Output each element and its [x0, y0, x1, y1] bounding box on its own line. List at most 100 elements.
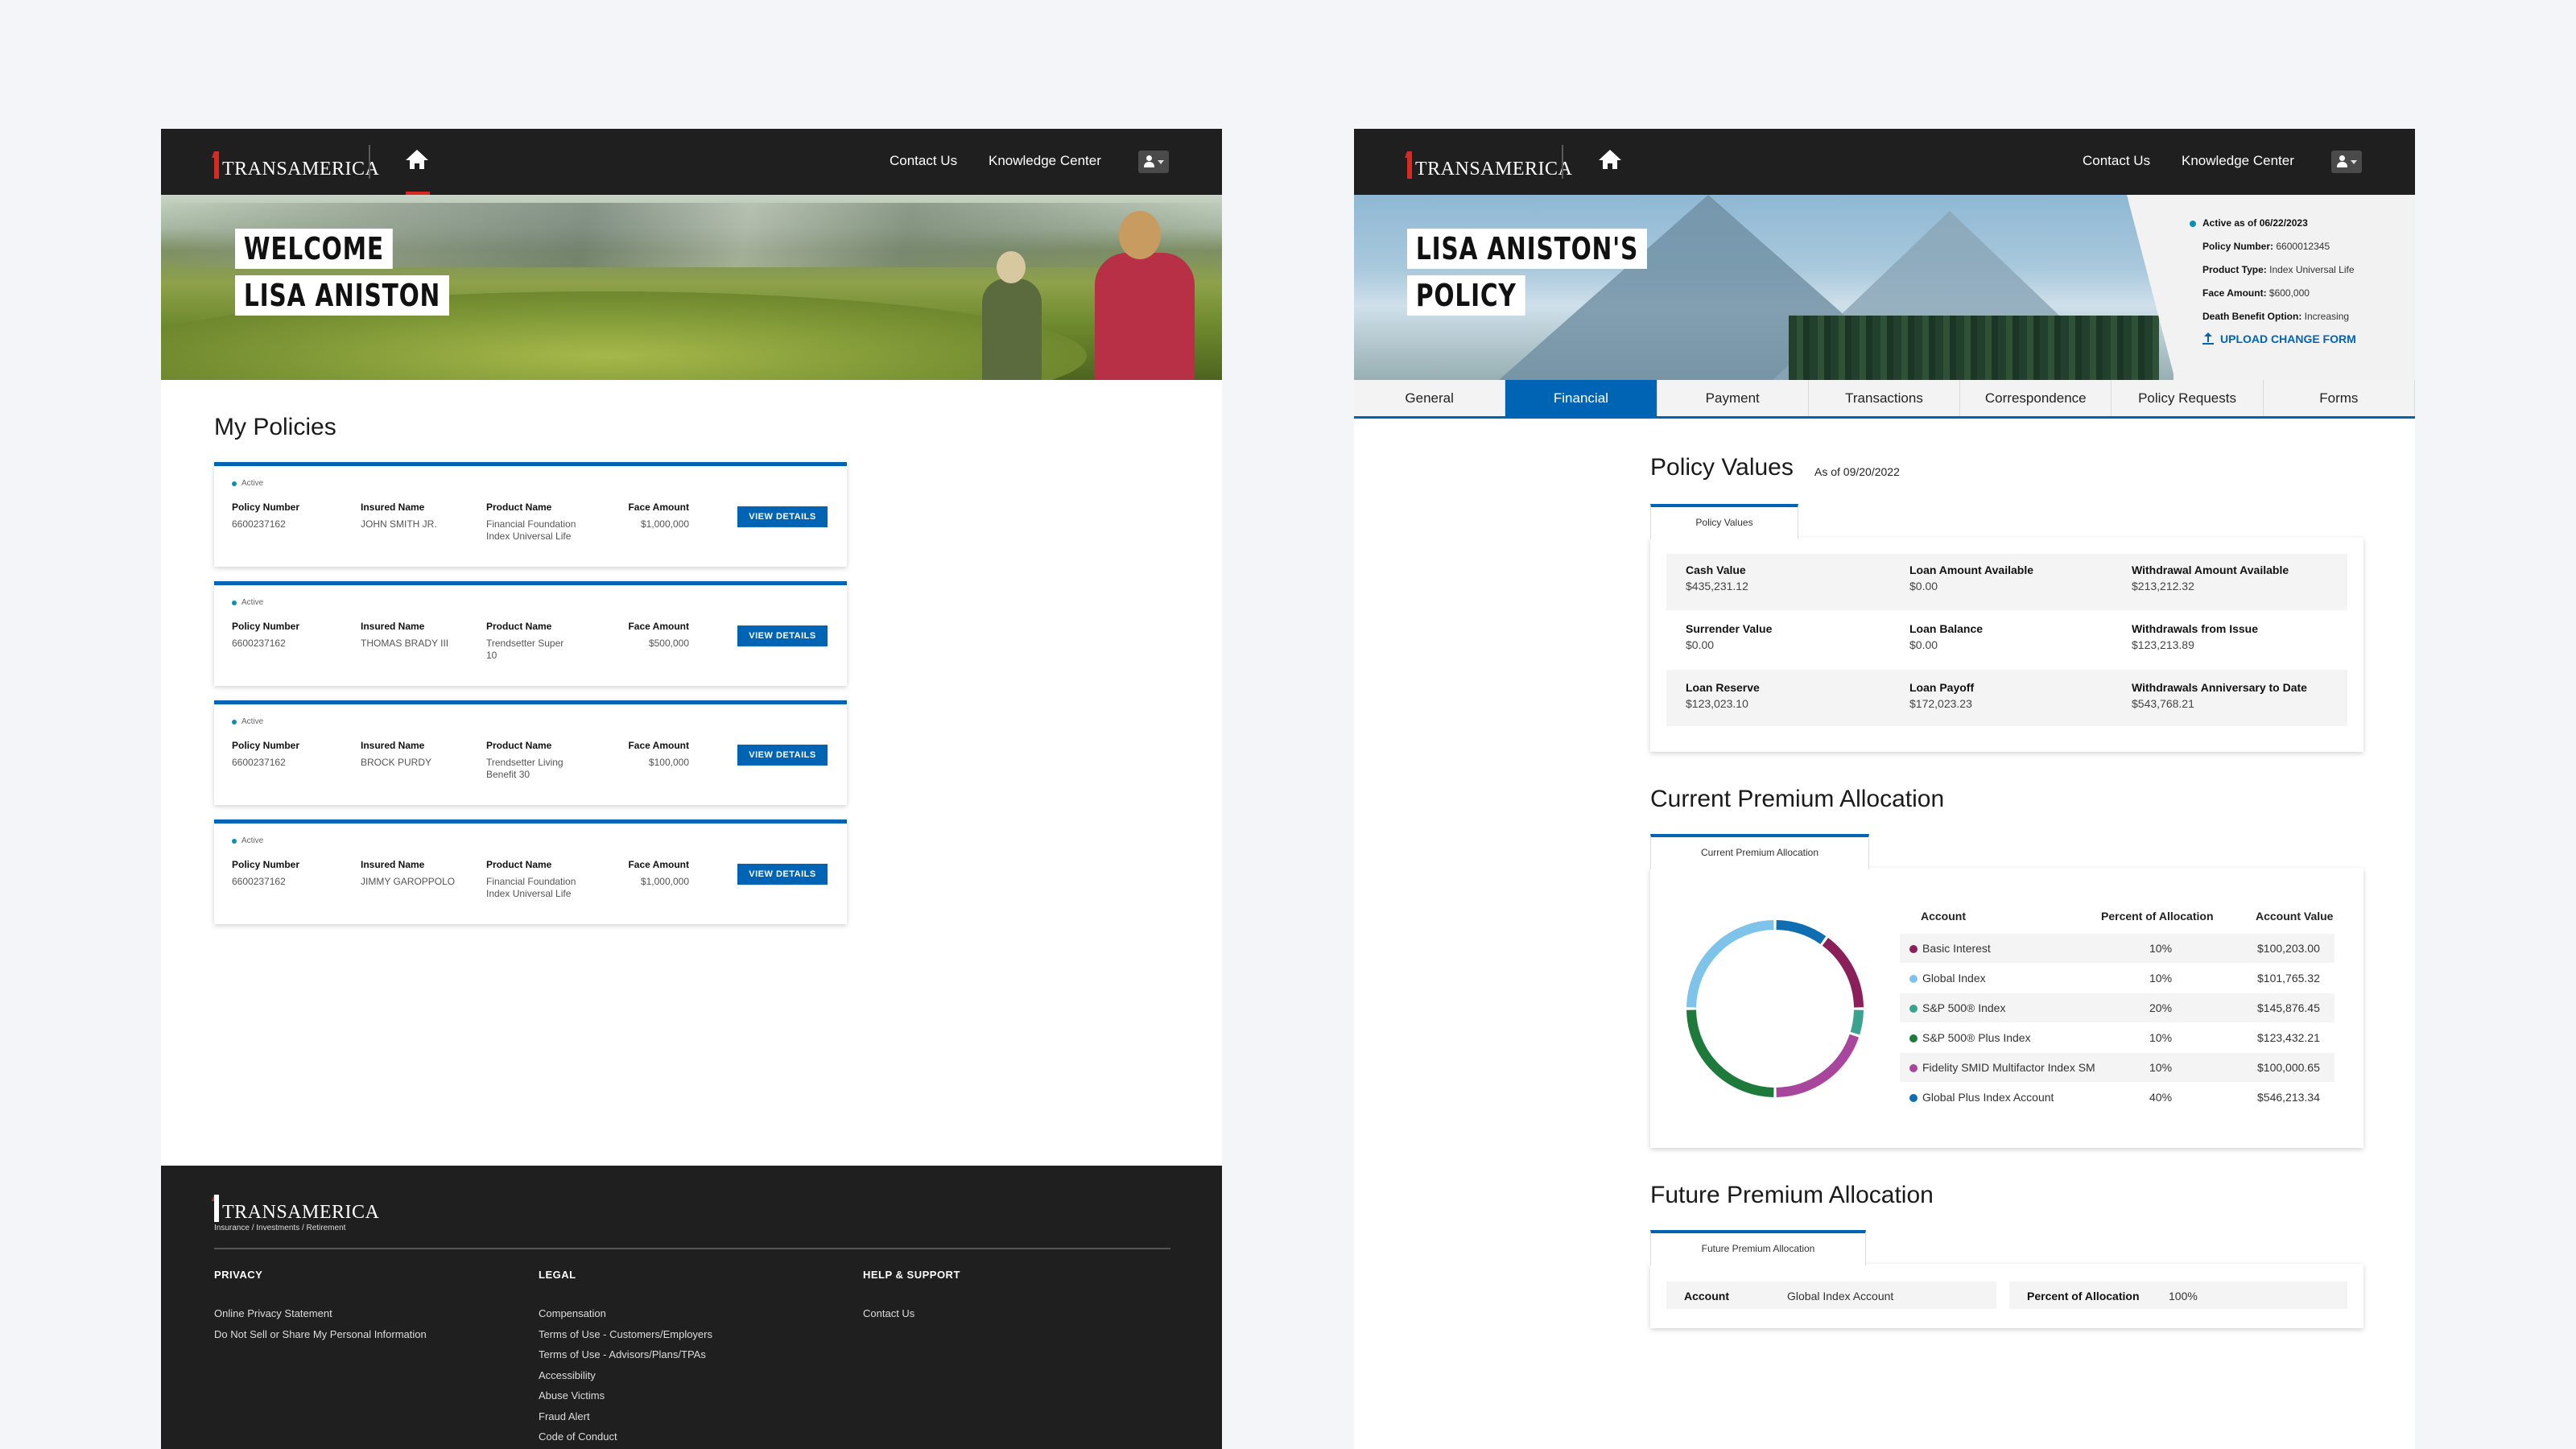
active-status-dot — [232, 838, 237, 844]
future-account-value: Global Index Account — [1787, 1290, 1894, 1302]
footer-link[interactable]: Terms of Use - Advisors/Plans/TPAs — [539, 1348, 706, 1360]
user-menu-button[interactable] — [2331, 151, 2362, 173]
insured-name-field: Insured Name JIMMY GAROPPOLO — [361, 859, 456, 887]
user-icon — [1146, 155, 1152, 161]
contact-us-link[interactable]: Contact Us — [2083, 153, 2150, 169]
footer-tagline: Insurance / Investments / Retirement — [214, 1224, 346, 1232]
footer-brand: TRANSAMERICA — [222, 1202, 380, 1223]
face-amount-value: $100,000 — [648, 757, 689, 768]
policy-card: Active Policy Number 6600237162 Insured Nam… — [214, 462, 847, 567]
product-name-value: 10 — [486, 650, 497, 661]
status-row: Active as of 06/22/2023 — [2190, 217, 2415, 229]
policy-value-withdrawals-anniversary-to-date: Withdrawals Anniversary to Date $543,768.… — [2132, 681, 2307, 710]
tab-future-allocation[interactable]: Future Premium Allocation — [1650, 1230, 1866, 1265]
face-amount-value: $1,000,000 — [640, 518, 689, 530]
nav-divider — [369, 145, 370, 179]
product-name-value: Index Universal Life — [486, 888, 572, 899]
my-policies-title: My Policies — [214, 414, 336, 440]
future-allocation-card: Account Global Index Account Percent of … — [1650, 1264, 2363, 1328]
insured-name-field: Insured Name JOHN SMITH JR. — [361, 502, 437, 530]
forest-photo — [1789, 316, 2159, 380]
donut-segment-basic-interest — [1822, 938, 1864, 1008]
transamerica-logo[interactable]: TRANSAMERICA — [212, 143, 379, 179]
policy-value-loan-balance: Loan Balance $0.00 — [1909, 622, 1984, 651]
tab-general[interactable]: General — [1354, 380, 1506, 416]
allocation-account: S&P 500® Index — [1922, 1001, 2006, 1014]
view-details-button[interactable]: VIEW DETAILS — [737, 864, 828, 885]
allocation-account: Global Plus Index Account — [1922, 1091, 2054, 1104]
view-details-button[interactable]: VIEW DETAILS — [737, 625, 828, 646]
contact-us-link[interactable]: Contact Us — [890, 153, 957, 169]
value-header: Account Value — [2256, 910, 2334, 923]
pyramid-icon — [212, 1195, 219, 1222]
allocation-percent: 10% — [2149, 1061, 2173, 1074]
policy-values-date: As of 09/20/2022 — [1814, 465, 1900, 478]
allocation-account: Global Index — [1922, 972, 1986, 985]
face-amount-value: $1,000,000 — [640, 876, 689, 887]
active-status-dot — [232, 600, 237, 605]
hiker-photo — [974, 251, 1046, 380]
tab-transactions[interactable]: Transactions — [1809, 380, 1961, 416]
allocation-percent: 40% — [2149, 1091, 2173, 1104]
footer-link[interactable]: Fraud Alert — [539, 1410, 590, 1422]
policy-title-line-2: POLICY — [1407, 275, 1525, 316]
hero-banner: WELCOME LISA ANISTON — [161, 195, 1222, 380]
footer-link[interactable]: Accessibility — [539, 1369, 596, 1381]
status-badge: Active — [232, 717, 263, 726]
legend-swatch — [1909, 1094, 1918, 1102]
policy-hero-banner: LISA ANISTON'S POLICY Active as of 06/22… — [1354, 195, 2415, 380]
allocation-value: $100,203.00 — [2257, 942, 2320, 955]
face-amount-field: Face Amount $1,000,000 — [628, 502, 689, 530]
user-menu-button[interactable] — [1138, 151, 1169, 173]
policy-number-row: Policy Number: 6600012345 — [2202, 241, 2330, 252]
footer-link[interactable]: Abuse Victims — [539, 1389, 605, 1402]
allocation-row: Global Plus Index Account 40% $546,213.34 — [1900, 1083, 2334, 1112]
insured-name-value: JIMMY GAROPPOLO — [361, 876, 456, 887]
footer-link[interactable]: Terms of Use - Customers/Employers — [539, 1328, 712, 1340]
product-name-field: Product Name Financial Foundation Index Un… — [486, 502, 576, 542]
footer-link[interactable]: Compensation — [539, 1307, 606, 1319]
status-badge: Active — [232, 479, 263, 488]
product-name-value: Trendsetter Living — [486, 757, 564, 768]
transamerica-logo[interactable]: TRANSAMERICA — [1405, 143, 1572, 179]
footer-logo[interactable]: TRANSAMERICA — [212, 1187, 380, 1223]
pyramid-icon — [212, 151, 219, 179]
policy-number-field: Policy Number 6600237162 — [232, 621, 300, 649]
policy-values-card: Cash Value $435,231.12 Loan Amount Availab… — [1650, 538, 2363, 752]
insured-name-value: THOMAS BRADY III — [361, 638, 449, 649]
allocation-value: $145,876.45 — [2257, 1001, 2320, 1014]
status-text: Active as of 06/22/2023 — [2202, 217, 2308, 229]
tab-correspondence[interactable]: Correspondence — [1960, 380, 2112, 416]
tab-policy-values[interactable]: Policy Values — [1650, 504, 1798, 539]
future-account-field: Account Global Index Account — [1666, 1282, 1996, 1309]
home-icon[interactable] — [1599, 150, 1621, 174]
current-allocation-card: Account Percent of Allocation Account Va… — [1650, 868, 2363, 1148]
product-name-field: Product Name Trendsetter Living Benefit 30 — [486, 740, 564, 780]
policy-number-value: 6600012345 — [2276, 241, 2330, 252]
tab-financial[interactable]: Financial — [1505, 380, 1657, 416]
footer-link[interactable]: Contact Us — [863, 1307, 914, 1319]
footer-link[interactable]: Do Not Sell or Share My Personal Informa… — [214, 1328, 427, 1340]
donut-segment-global-plus-index-account — [1776, 920, 1827, 944]
upload-change-form-link[interactable]: UPLOAD CHANGE FORM — [2190, 332, 2415, 345]
policy-value-loan-payoff: Loan Payoff $172,023.23 — [1909, 681, 1975, 710]
face-amount-field: Face Amount $500,000 — [628, 621, 689, 649]
user-icon — [2339, 155, 2345, 161]
active-status-dot — [2190, 220, 2196, 227]
status-badge: Active — [232, 836, 263, 845]
home-icon[interactable] — [406, 150, 428, 174]
knowledge-center-link[interactable]: Knowledge Center — [2182, 153, 2294, 169]
knowledge-center-link[interactable]: Knowledge Center — [989, 153, 1101, 169]
policy-value-withdrawal-amount-available: Withdrawal Amount Available $213,212.32 — [2132, 564, 2289, 592]
footer-link[interactable]: Online Privacy Statement — [214, 1307, 332, 1319]
product-name-value: Trendsetter Super — [486, 638, 564, 649]
upload-icon — [2202, 332, 2214, 345]
tab-policy-requests[interactable]: Policy Requests — [2112, 380, 2264, 416]
tab-current-allocation[interactable]: Current Premium Allocation — [1650, 834, 1869, 869]
legend-swatch — [1909, 975, 1918, 983]
tab-payment[interactable]: Payment — [1657, 380, 1809, 416]
tab-forms[interactable]: Forms — [2264, 380, 2415, 416]
footer-link[interactable]: Code of Conduct — [539, 1430, 617, 1443]
view-details-button[interactable]: VIEW DETAILS — [737, 745, 828, 766]
view-details-button[interactable]: VIEW DETAILS — [737, 506, 828, 527]
